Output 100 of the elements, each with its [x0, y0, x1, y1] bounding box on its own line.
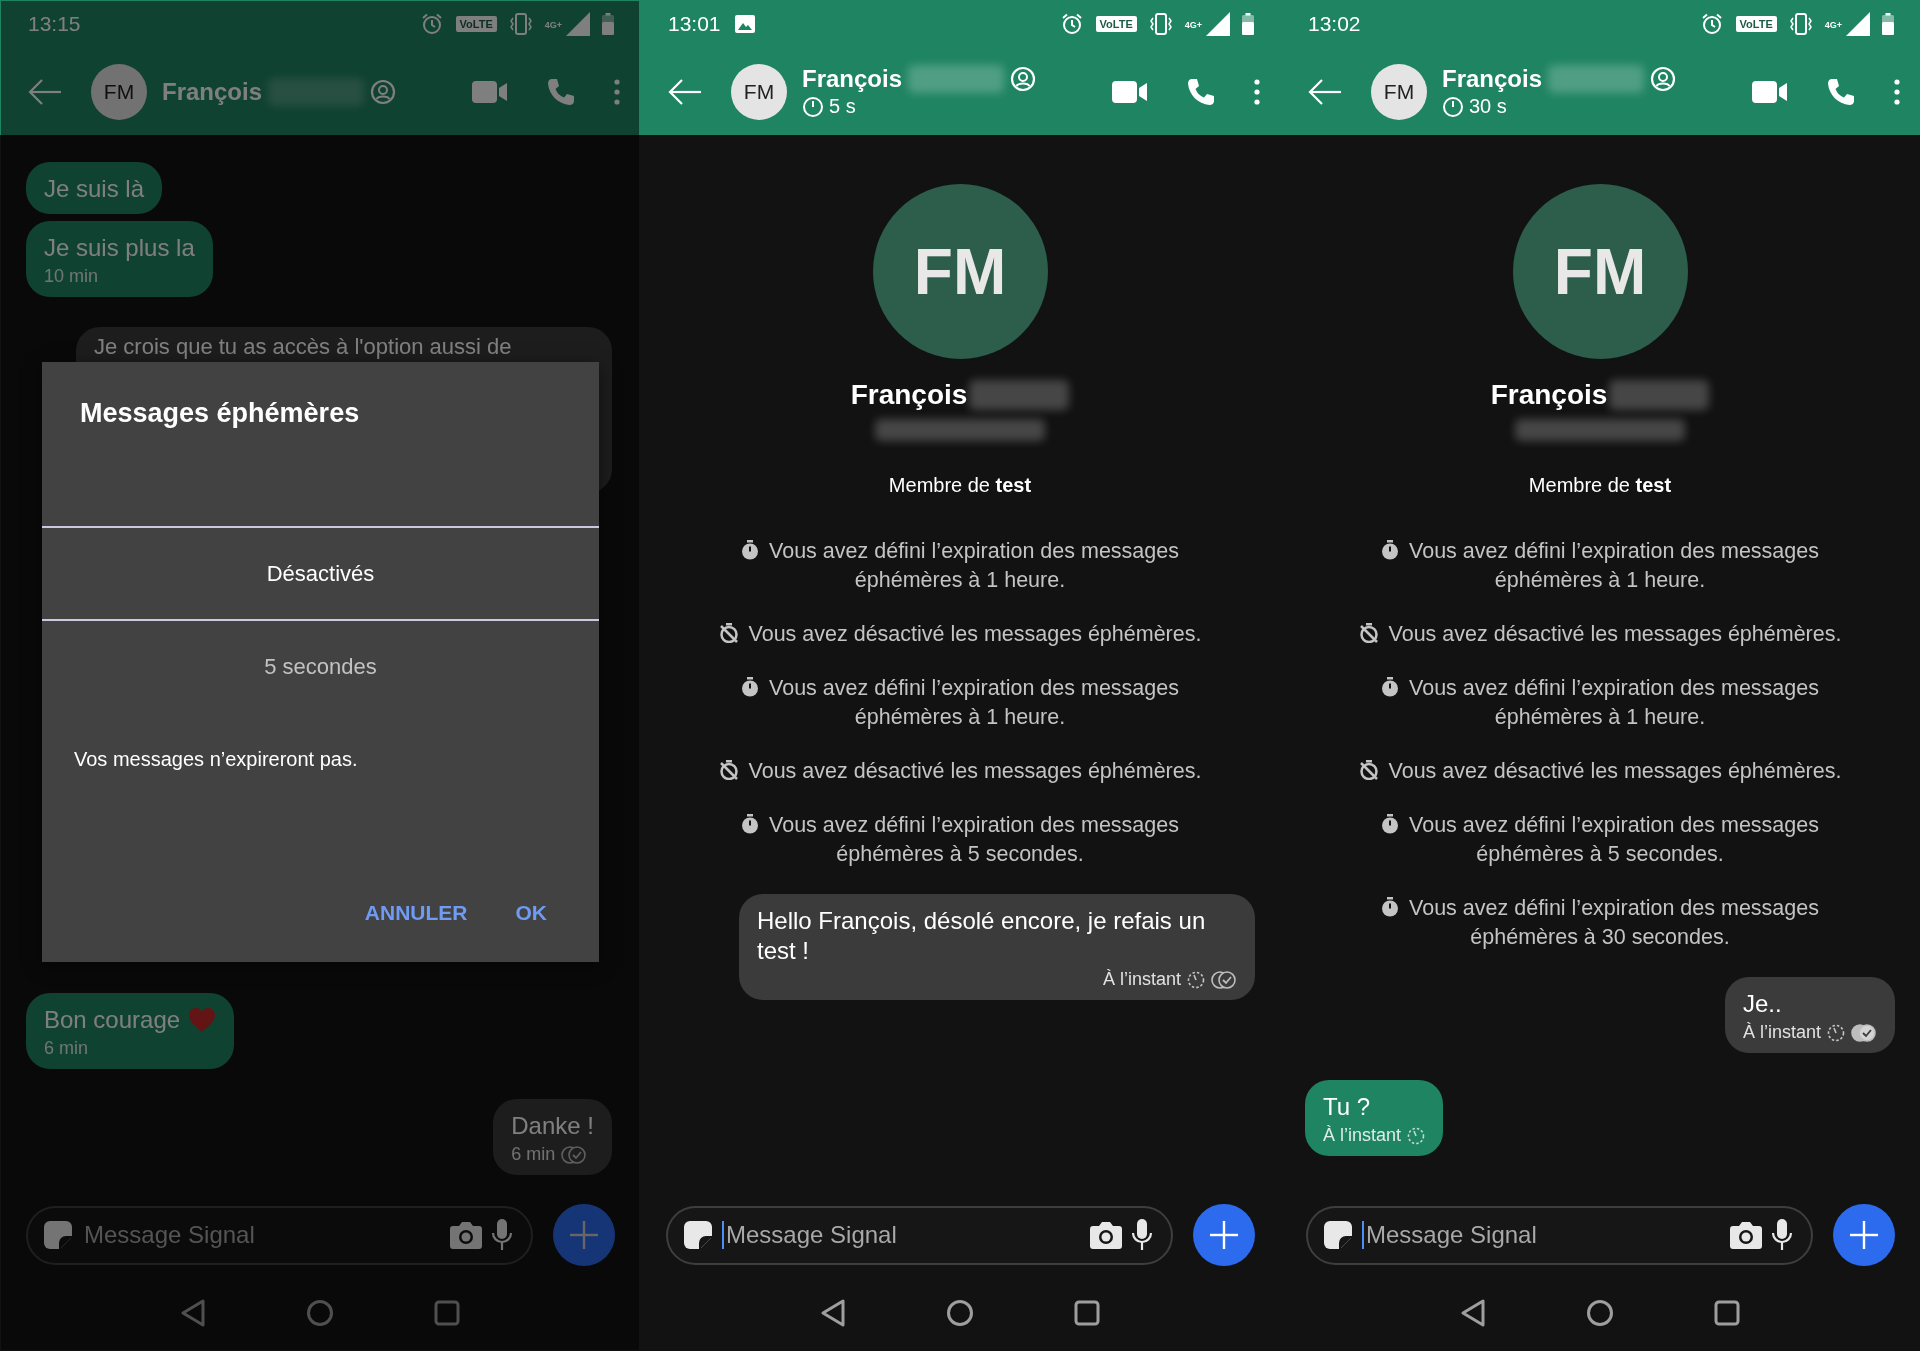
group-membership: Membre de test	[888, 474, 1032, 497]
contact-avatar[interactable]: FM	[1371, 63, 1427, 120]
vibrate-icon	[1148, 13, 1173, 35]
message-text: Je crois que tu as accès à l'option aussi de	[94, 334, 512, 359]
stopwatch-icon	[1381, 897, 1400, 917]
clock-time: 13:15	[28, 12, 81, 36]
more-options-icon[interactable]	[614, 78, 620, 105]
battery-icon	[1882, 13, 1894, 35]
message-time: À l’instant	[1102, 969, 1181, 990]
message-time: 6 min	[44, 1038, 88, 1059]
sticker-icon	[1322, 1219, 1354, 1251]
timer-off-icon	[718, 623, 739, 643]
back-nav-icon[interactable]	[1460, 1299, 1486, 1327]
stopwatch-icon	[741, 677, 760, 697]
message-bubble[interactable]: Je.. À l’instant	[1724, 977, 1895, 1053]
contact-name: François	[1442, 65, 1543, 93]
phone-icon[interactable]	[546, 76, 576, 107]
timer-update-notice: Vous avez défini l’expiration des messages éphémères à 1 heure.	[1350, 537, 1850, 595]
stopwatch-icon	[1381, 677, 1400, 697]
picker-option[interactable]: 5 secondes	[42, 619, 599, 714]
plus-icon	[569, 1220, 599, 1250]
back-nav-icon[interactable]	[820, 1299, 846, 1327]
camera-icon[interactable]	[1089, 1220, 1123, 1250]
stopwatch-icon	[1381, 814, 1400, 834]
clock-time: 13:01	[668, 12, 721, 36]
signal-icon	[1204, 12, 1230, 36]
timer-update-notice: Vous avez défini l’expiration des messages éphémères à 1 heure.	[710, 537, 1210, 595]
timer-update-notice: Vous avez défini l’expiration des messages éphémères à 30 secondes.	[1350, 894, 1850, 952]
timer-update-notice: Vous avez défini l’expiration des messages éphémères à 1 heure.	[1350, 674, 1850, 732]
video-call-icon[interactable]	[472, 79, 508, 104]
profile-name: François	[1490, 379, 1608, 411]
home-nav-icon[interactable]	[1586, 1299, 1614, 1327]
battery-icon	[1242, 13, 1254, 35]
timer-duration: 5 s	[829, 95, 856, 118]
timer-update-notice: Vous avez défini l’expiration des messages éphémères à 5 secondes.	[1350, 811, 1850, 869]
message-bubble[interactable]: Je suis plus la 10 min	[26, 221, 213, 297]
sticker-icon	[42, 1219, 74, 1251]
video-call-icon[interactable]	[1752, 79, 1788, 104]
back-arrow-icon[interactable]	[28, 77, 62, 106]
dialog-button[interactable]: OK	[515, 901, 547, 925]
contact-avatar[interactable]: FM	[731, 63, 787, 120]
message-text: Bon courage	[44, 1005, 181, 1035]
message-text: Je suis plus la	[44, 233, 195, 263]
signal-icon	[564, 12, 590, 36]
back-arrow-icon[interactable]	[1308, 77, 1342, 106]
dialog-button[interactable]: ANNULER	[364, 901, 468, 925]
dialog-description: Vos messages n’expireront pas.	[73, 747, 359, 771]
message-text: Danke !	[511, 1111, 594, 1141]
timer-off-icon	[1358, 760, 1379, 780]
profile-icon	[1010, 66, 1037, 92]
more-options-icon[interactable]	[1894, 78, 1900, 105]
network-type: 4G+	[1824, 20, 1842, 30]
phone-icon[interactable]	[1186, 76, 1216, 107]
contact-name: François	[802, 65, 903, 93]
profile-icon	[370, 78, 397, 105]
timer-update-notice: Vous avez désactivé les messages éphémères.	[718, 620, 1202, 649]
profile-name: François	[850, 379, 968, 411]
message-time: À l’instant	[1323, 1125, 1402, 1146]
message-field[interactable]: Message Signal	[26, 1205, 533, 1265]
more-options-icon[interactable]	[1254, 78, 1260, 105]
recents-nav-icon[interactable]	[1714, 1300, 1740, 1326]
microphone-icon[interactable]	[1771, 1218, 1793, 1252]
group-membership: Membre de test	[1528, 474, 1672, 497]
message-field[interactable]: Message Signal	[666, 1205, 1173, 1265]
plus-icon	[1849, 1220, 1879, 1250]
message-bubble[interactable]: Bon courage 6 min	[26, 993, 235, 1069]
picker-option[interactable]: Désactivés	[42, 526, 599, 621]
phone-icon[interactable]	[1826, 76, 1856, 107]
signal-icon	[1844, 12, 1870, 36]
profile-avatar: FM	[872, 184, 1048, 359]
message-bubble[interactable]: Hello François, désolé encore, je refais un test ! À l’instant	[739, 894, 1255, 1000]
message-bubble[interactable]: Danke ! 6 min	[493, 1099, 612, 1175]
camera-icon[interactable]	[1729, 1220, 1763, 1250]
network-type: 4G+	[1184, 20, 1202, 30]
home-nav-icon[interactable]	[946, 1299, 974, 1327]
message-field[interactable]: Message Signal	[1306, 1205, 1813, 1265]
contact-name: François	[162, 77, 263, 106]
timer-off-icon	[718, 760, 739, 780]
message-time: 6 min	[511, 1144, 556, 1165]
message-text: Je..	[1742, 989, 1783, 1019]
video-call-icon[interactable]	[1112, 79, 1148, 104]
profile-avatar: FM	[1512, 184, 1688, 359]
back-arrow-icon[interactable]	[668, 77, 702, 106]
message-input[interactable]: Message Signal	[724, 1220, 1081, 1250]
message-time: À l’instant	[1742, 1022, 1821, 1043]
timer-update-notice: Vous avez défini l’expiration des messages éphémères à 1 heure.	[710, 674, 1210, 732]
timer-update-notice: Vous avez désactivé les messages éphémères.	[1358, 620, 1842, 649]
message-bubble[interactable]: Tu ? À l’instant	[1305, 1080, 1444, 1156]
timer-update-notice: Vous avez désactivé les messages éphémères.	[718, 757, 1202, 786]
microphone-icon[interactable]	[1131, 1218, 1153, 1252]
volte-badge: VoLTE	[1735, 16, 1777, 32]
message-input[interactable]: Message Signal	[1364, 1220, 1721, 1250]
vibrate-icon	[508, 13, 533, 35]
clock-time: 13:02	[1308, 12, 1361, 36]
contact-avatar[interactable]: FM	[91, 63, 147, 120]
message-input[interactable]: Message Signal	[82, 1220, 441, 1250]
message-bubble[interactable]: Je suis là	[26, 162, 163, 214]
network-type: 4G+	[544, 20, 562, 30]
timer-update-notice: Vous avez défini l’expiration des messages éphémères à 5 secondes.	[710, 811, 1210, 869]
recents-nav-icon[interactable]	[1074, 1300, 1100, 1326]
